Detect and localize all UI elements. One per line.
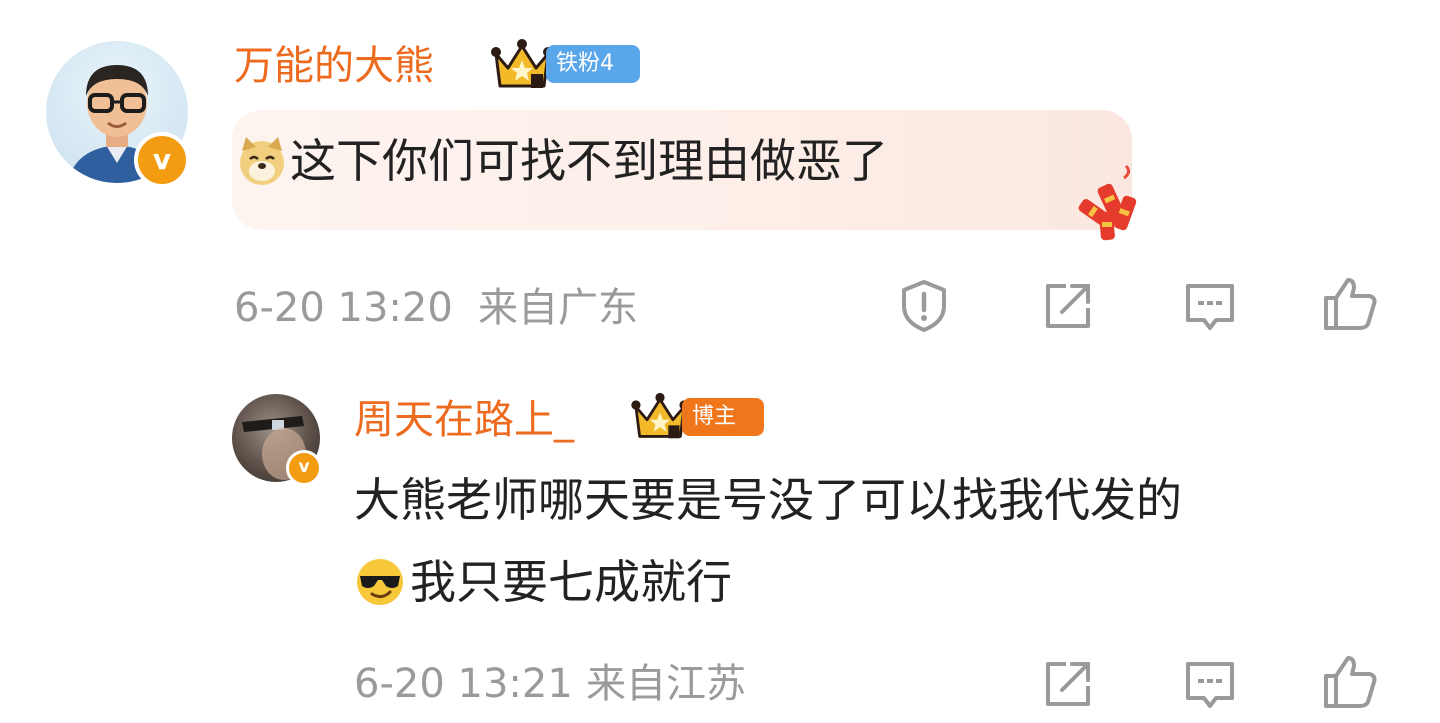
- reply-username[interactable]: 周天在路上_: [354, 396, 574, 444]
- crown-icon: [490, 38, 554, 92]
- comment-username[interactable]: 万能的大熊: [234, 42, 434, 90]
- comment-time: 6-20 13:20: [234, 285, 453, 331]
- like-icon[interactable]: [1320, 274, 1380, 334]
- sunglasses-emoji-icon: [354, 556, 406, 608]
- verified-badge-icon: v: [134, 132, 190, 188]
- comment-text: 这下你们可找不到理由做恶了: [290, 134, 888, 188]
- host-badge: 博主: [682, 398, 764, 436]
- verified-badge-icon: v: [286, 450, 322, 486]
- comment-location: 来自广东: [478, 285, 638, 331]
- crown-icon: [630, 392, 690, 442]
- reply-text-line-1: 大熊老师哪天要是号没了可以找我代发的: [354, 473, 1182, 527]
- reply-time: 6-20 13:21: [354, 661, 573, 707]
- share-icon[interactable]: [1038, 654, 1098, 714]
- comment-icon[interactable]: [1180, 276, 1240, 336]
- like-icon[interactable]: [1320, 652, 1380, 712]
- share-icon[interactable]: [1038, 276, 1098, 336]
- reply-location: 来自江苏: [586, 661, 746, 707]
- fan-level-badge: 铁粉4: [546, 45, 640, 83]
- doge-emoji-icon: [236, 135, 288, 187]
- comment-icon[interactable]: [1180, 654, 1240, 714]
- firecracker-decoration-icon: [1074, 162, 1150, 244]
- reply-text-line-2: 我只要七成就行: [410, 555, 732, 609]
- report-icon[interactable]: [894, 276, 954, 336]
